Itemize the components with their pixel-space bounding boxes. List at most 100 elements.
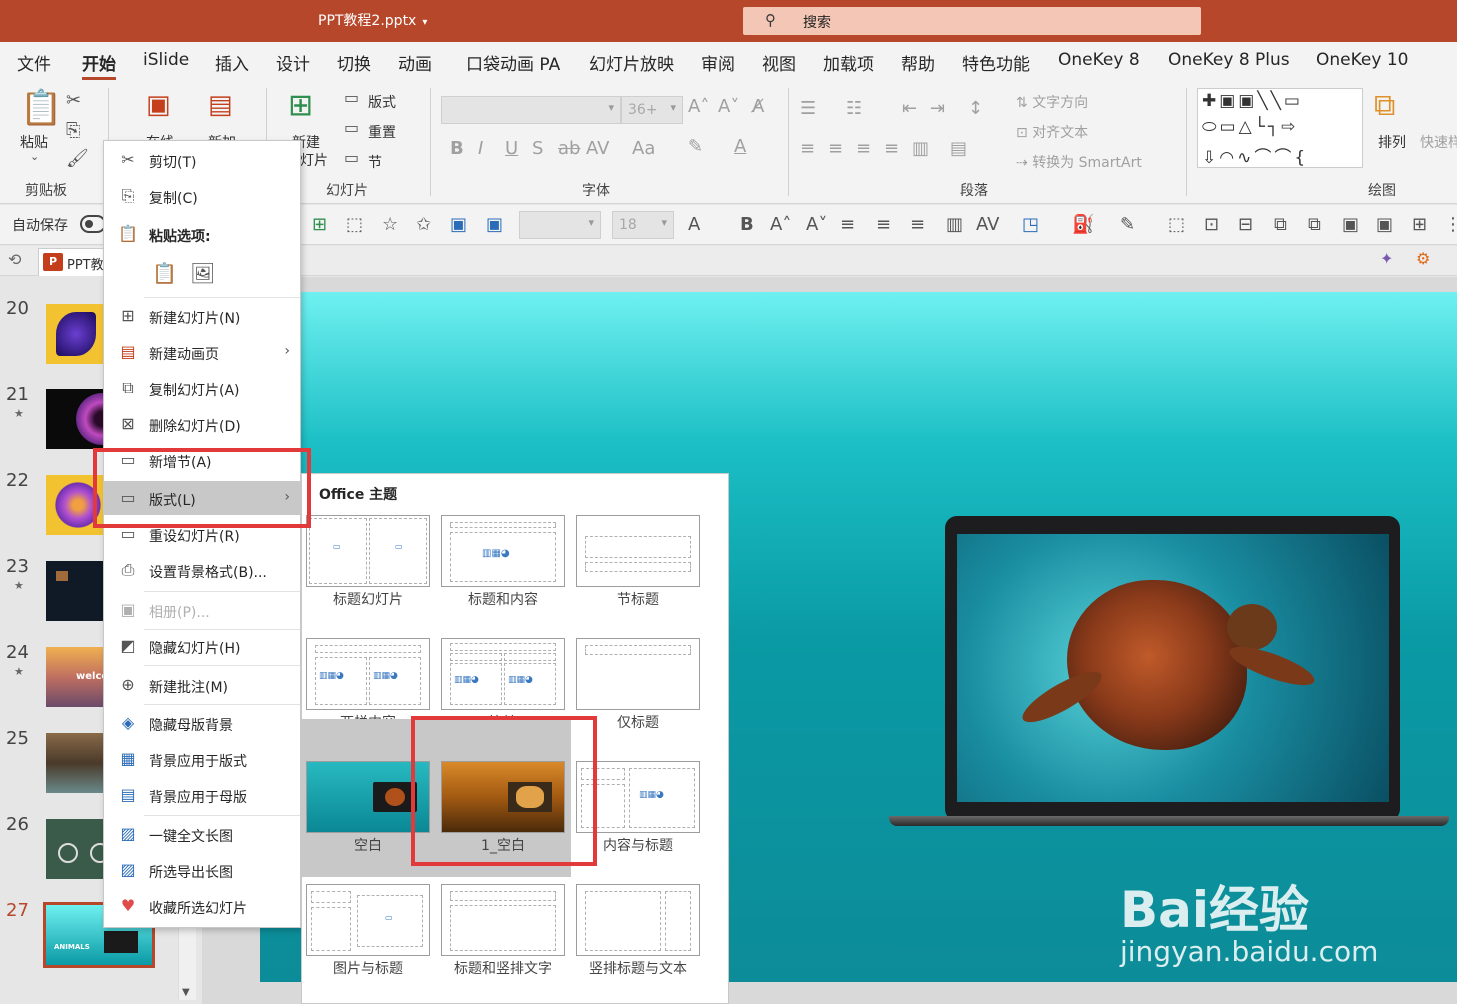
tab-transitions[interactable]: 切换 (337, 50, 371, 75)
menu-item-delete-slide[interactable]: ⊠ 删除幻灯片(D) (104, 407, 300, 441)
tab-design[interactable]: 设计 (276, 50, 310, 75)
font-color-icon[interactable]: A (734, 136, 746, 157)
cut-icon[interactable]: ✂ (66, 90, 81, 111)
outline-icon[interactable]: ✎ (1120, 214, 1135, 235)
copy-icon[interactable]: ⎘ (66, 120, 80, 141)
decrease-indent-icon[interactable]: ⇤ (902, 98, 917, 119)
textbox-vertical-icon[interactable]: ▣ (486, 214, 503, 235)
qat-font-combo[interactable]: ▾ (519, 211, 601, 239)
paste-picture-icon[interactable]: 🖼 (190, 261, 215, 285)
ungroup-icon[interactable]: ⧉ (1308, 214, 1321, 235)
section-icon[interactable]: ▭ (344, 148, 359, 167)
menu-item-collect-slides[interactable]: ♥ 收藏所选幻灯片 (104, 889, 300, 923)
align-center-icon[interactable]: ≡ (828, 138, 843, 159)
search-input[interactable]: ⚲ 搜索 (743, 7, 1201, 35)
menu-item-new-animation-page[interactable]: ▤ 新建动画页 › (104, 335, 300, 369)
menu-item-hide-slide[interactable]: ◩ 隐藏幻灯片(H) (104, 629, 300, 663)
tab-animations[interactable]: 动画 (398, 50, 432, 75)
settings-icon[interactable]: ⚙ (1416, 249, 1430, 268)
paste-keep-format-icon[interactable]: 📋 (152, 261, 177, 285)
menu-item-long-image[interactable]: ▨ 一键全文长图 (104, 817, 300, 851)
arrange-button[interactable]: 排列 (1378, 132, 1406, 152)
menu-item-format-background[interactable]: ⎙ 设置背景格式(B)... (104, 553, 300, 587)
highlight-icon[interactable]: ✎ (688, 136, 703, 157)
columns-icon[interactable]: ▤ (950, 138, 967, 159)
align-objects-icon[interactable]: ⊡ (1204, 214, 1219, 235)
tab-help[interactable]: 帮助 (901, 50, 935, 75)
online-icon[interactable]: ▣ (146, 90, 171, 120)
shadow-icon[interactable]: S (532, 138, 543, 159)
tab-review[interactable]: 审阅 (701, 50, 735, 75)
char-spacing-icon[interactable]: AV (976, 214, 999, 235)
menu-item-apply-bg-master[interactable]: ▤ 背景应用于母版 (104, 778, 300, 812)
menu-item-apply-bg-layout[interactable]: ▦ 背景应用于版式 (104, 742, 300, 776)
quick-style-button[interactable]: 快速样 (1420, 132, 1457, 152)
shapes-gallery[interactable]: ✚▣▣╲╲▭ ⬭▭△└┐⇨ ⇩◠∿⌒⌒{ (1197, 88, 1363, 168)
tab-onekey10[interactable]: OneKey 10 (1316, 50, 1408, 70)
table-icon[interactable]: ⊞ (312, 214, 327, 235)
tab-features[interactable]: 特色功能 (962, 50, 1030, 75)
increase-indent-icon[interactable]: ⇥ (930, 98, 945, 119)
layout-title-slide[interactable]: ▭ ▭ 标题幻灯片 (301, 473, 435, 608)
smartart-button[interactable]: ⇢ 转换为 SmartArt (1016, 152, 1142, 172)
grow-font-icon[interactable]: A˄ (770, 214, 791, 235)
menu-item-new-comment[interactable]: ⊕ 新建批注(M) (104, 668, 300, 702)
align-right-icon[interactable]: ≡ (856, 138, 871, 159)
font-size-combo[interactable]: 36+ ▾ (621, 96, 683, 124)
menu-item-cut[interactable]: ✂ 剪切(T) (104, 143, 300, 177)
strikethrough-icon[interactable]: ab (558, 138, 580, 159)
line-spacing-icon[interactable]: ↕ (968, 98, 983, 119)
align-right-icon[interactable]: ≡ (910, 214, 925, 235)
new-slide-label-2[interactable]: 灯片 (300, 150, 328, 170)
bullets-icon[interactable]: ☰ (800, 98, 816, 119)
send-backward-icon[interactable]: ▣ (1376, 214, 1393, 235)
layout-title-only[interactable]: 仅标题 (571, 596, 705, 731)
group-icon[interactable]: ⧉ (1274, 214, 1287, 235)
align-left-icon[interactable]: ≡ (840, 214, 855, 235)
tab-insert[interactable]: 插入 (215, 50, 249, 75)
shrink-font-icon[interactable]: A˅ (718, 96, 739, 117)
clear-format-icon[interactable]: A̸ (752, 96, 764, 117)
tab-onekey8[interactable]: OneKey 8 (1058, 50, 1140, 70)
menu-item-new-slide[interactable]: ⊞ 新建幻灯片(N) (104, 299, 300, 333)
reset-button[interactable]: 重置 (368, 122, 396, 142)
layout-section-header[interactable]: 节标题 (571, 473, 705, 608)
numbering-icon[interactable]: ☷ (846, 98, 862, 119)
bold-icon[interactable]: B (740, 214, 754, 235)
fill-icon[interactable]: ⛽ (1072, 214, 1094, 235)
star-outline-icon[interactable]: ✩ (416, 214, 431, 235)
textbox-icon[interactable]: ▣ (450, 214, 467, 235)
menu-item-copy[interactable]: ⎘ 复制(C) (104, 179, 300, 213)
paste-icon[interactable]: 📋 (20, 88, 62, 128)
tab-pocket-animation[interactable]: 口袋动画 PA (466, 50, 560, 75)
tab-view[interactable]: 视图 (762, 50, 796, 75)
distributed-icon[interactable]: ▥ (912, 138, 929, 159)
grow-font-icon[interactable]: A˄ (688, 96, 709, 117)
tab-home[interactable]: 开始 (82, 50, 116, 80)
shrink-font-icon[interactable]: A˅ (806, 214, 827, 235)
magic-icon[interactable]: ✦ (1380, 249, 1393, 268)
tab-islide[interactable]: iSlide (143, 50, 189, 70)
document-title[interactable]: PPT教程2.pptx ▾ (318, 10, 427, 30)
paste-button[interactable]: 粘贴 (20, 132, 48, 152)
select-icon[interactable]: ⬚ (346, 214, 363, 235)
qat-font-size-combo[interactable]: 18 ▾ (612, 211, 674, 239)
bold-icon[interactable]: B (450, 138, 464, 159)
arrange-icon[interactable]: ⧉ (1374, 88, 1395, 123)
shape-icon[interactable]: ◳ (1022, 214, 1039, 235)
new-add-icon[interactable]: ▤ (208, 90, 233, 120)
justify-icon[interactable]: ≡ (884, 138, 899, 159)
more-icon[interactable]: ⊞ (1412, 214, 1427, 235)
tab-addins[interactable]: 加载项 (823, 50, 874, 75)
underline-icon[interactable]: U (505, 138, 518, 159)
align-text-button[interactable]: ⊡ 对齐文本 (1016, 122, 1088, 142)
align-center-icon[interactable]: ≡ (876, 214, 891, 235)
change-case-icon[interactable]: Aa (632, 138, 655, 159)
font-color-icon[interactable]: A (688, 214, 700, 235)
reset-icon[interactable]: ▭ (344, 118, 359, 137)
chevron-down-icon[interactable]: ⌄ (30, 150, 39, 163)
distribute-icon[interactable]: ⊟ (1238, 214, 1253, 235)
char-spacing-icon[interactable]: AV (586, 138, 609, 159)
overflow-icon[interactable]: ⋮ (1444, 214, 1457, 235)
section-button[interactable]: 节 (368, 152, 382, 172)
